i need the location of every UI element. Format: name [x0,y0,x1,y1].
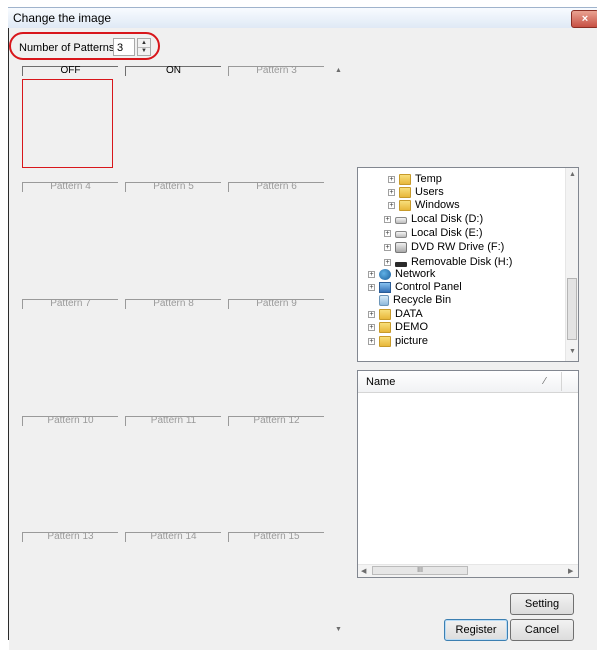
tree-item[interactable]: + Local Disk (D:) [384,213,483,225]
expand-icon[interactable]: + [384,243,391,251]
tree-item-label: Network [395,268,436,280]
pattern-label-6[interactable]: Pattern 6 [228,182,324,192]
tree-item-label: DATA [395,308,423,320]
cancel-button[interactable]: Cancel [510,619,574,641]
pattern-label-10[interactable]: Pattern 10 [22,416,118,426]
tree-item[interactable]: + DEMO [368,321,428,333]
tree-item-label: Local Disk (E:) [411,227,483,239]
expand-icon[interactable]: + [388,188,395,196]
tree-item[interactable]: + Temp [388,173,442,185]
pattern-label-4[interactable]: Pattern 4 [22,182,118,192]
expand-icon[interactable]: + [368,310,375,318]
tree-item[interactable]: + DVD RW Drive (F:) [384,241,504,253]
tree-item[interactable]: + Network [368,268,435,280]
title-bar: Change the image × [8,7,597,29]
pattern-label-12[interactable]: Pattern 12 [228,416,324,426]
pattern-scroll-up-icon[interactable]: ▲ [335,67,342,74]
expand-icon[interactable]: + [368,323,375,331]
tree-item[interactable]: + picture [368,335,428,347]
dialog-window: Change the image × Number of Patterns 3 … [0,0,597,650]
tree-item-label: DEMO [395,321,428,333]
file-list[interactable]: Name ⁄ ◀ III ▶ [357,370,579,578]
folder-icon [399,199,411,211]
tree-item-label: DVD RW Drive (F:) [411,241,505,253]
expand-icon[interactable]: + [384,258,391,266]
pattern-label-8[interactable]: Pattern 8 [125,299,221,309]
pattern-label-14[interactable]: Pattern 14 [125,532,221,542]
sort-icon: ⁄ [544,376,546,387]
scroll-up-icon[interactable]: ▲ [569,171,576,178]
pattern-label-on[interactable]: ON [125,66,221,76]
disk-icon [395,231,407,238]
spin-down-icon[interactable]: ▼ [138,47,150,55]
tree-item-label: Control Panel [395,281,462,293]
tree-item-label: Users [415,186,444,198]
network-icon [379,268,391,280]
pattern-label-13[interactable]: Pattern 13 [22,532,118,542]
dvd-icon [395,241,407,253]
column-divider[interactable] [561,372,562,391]
folder-icon [379,321,391,333]
register-button[interactable]: Register [444,619,508,641]
tree-item-label: Recycle Bin [393,294,452,306]
pattern-label-5[interactable]: Pattern 5 [125,182,221,192]
scroll-left-icon[interactable]: ◀ [361,567,366,575]
tree-scroll-thumb[interactable] [567,278,577,340]
folder-icon [379,308,391,320]
file-list-header: Name ⁄ [358,371,578,393]
close-button[interactable]: × [571,10,597,28]
pattern-label-9[interactable]: Pattern 9 [228,299,324,309]
expand-icon[interactable]: + [368,283,375,291]
close-icon[interactable]: × [582,13,588,25]
tree-item[interactable]: + Control Panel [368,281,462,293]
pattern-label-7[interactable]: Pattern 7 [22,299,118,309]
expand-icon[interactable]: + [388,201,395,209]
tree-item-label: Removable Disk (H:) [411,256,513,268]
pattern-image-box[interactable] [22,79,113,168]
folder-icon [399,173,411,185]
control-panel-icon [379,281,391,293]
pattern-label-11[interactable]: Pattern 11 [125,416,221,426]
tree-item[interactable]: + Users [388,186,444,198]
tree-item-label: Local Disk (D:) [411,213,484,225]
number-of-patterns-label: Number of Patterns [19,42,115,54]
expand-icon[interactable]: + [368,337,375,345]
window-title: Change the image [13,11,112,25]
tree-item[interactable]: + Removable Disk (H:) [384,256,512,268]
tree-item-label: Windows [415,199,460,211]
setting-button[interactable]: Setting [510,593,574,615]
recycle-bin-icon [379,294,389,306]
tree-item[interactable]: Recycle Bin [379,294,451,306]
hscroll-thumb[interactable]: III [372,566,468,575]
scroll-down-icon[interactable]: ▼ [569,348,576,355]
scroll-right-icon[interactable]: ▶ [568,567,573,575]
tree-item-label: picture [395,335,429,347]
pattern-label-15[interactable]: Pattern 15 [228,532,324,542]
pattern-label-off[interactable]: OFF [22,66,118,76]
file-list-hscrollbar[interactable]: ◀ III ▶ [358,564,578,577]
folder-icon [379,335,391,347]
expand-icon[interactable]: + [388,175,395,183]
tree-item[interactable]: + Local Disk (E:) [384,227,483,239]
expand-icon[interactable]: + [384,215,391,223]
number-of-patterns-spinner[interactable]: ▲ ▼ [137,38,151,56]
pattern-label-3[interactable]: Pattern 3 [228,66,324,76]
removable-disk-icon [395,261,407,267]
folder-tree[interactable]: + Temp + Users + Windows + Local Disk (D… [357,167,579,362]
column-header-name[interactable]: Name [366,376,395,388]
expand-icon[interactable]: + [368,270,375,278]
number-of-patterns-input[interactable]: 3 [113,38,135,56]
tree-item[interactable]: + Windows [388,199,460,211]
disk-icon [395,217,407,224]
expand-icon[interactable]: + [384,229,391,237]
pattern-scroll-down-icon[interactable]: ▼ [335,626,342,633]
tree-scrollbar[interactable]: ▲ ▼ [565,168,578,361]
tree-item-label: Temp [415,173,442,185]
folder-icon [399,186,411,198]
tree-item[interactable]: + DATA [368,308,423,320]
